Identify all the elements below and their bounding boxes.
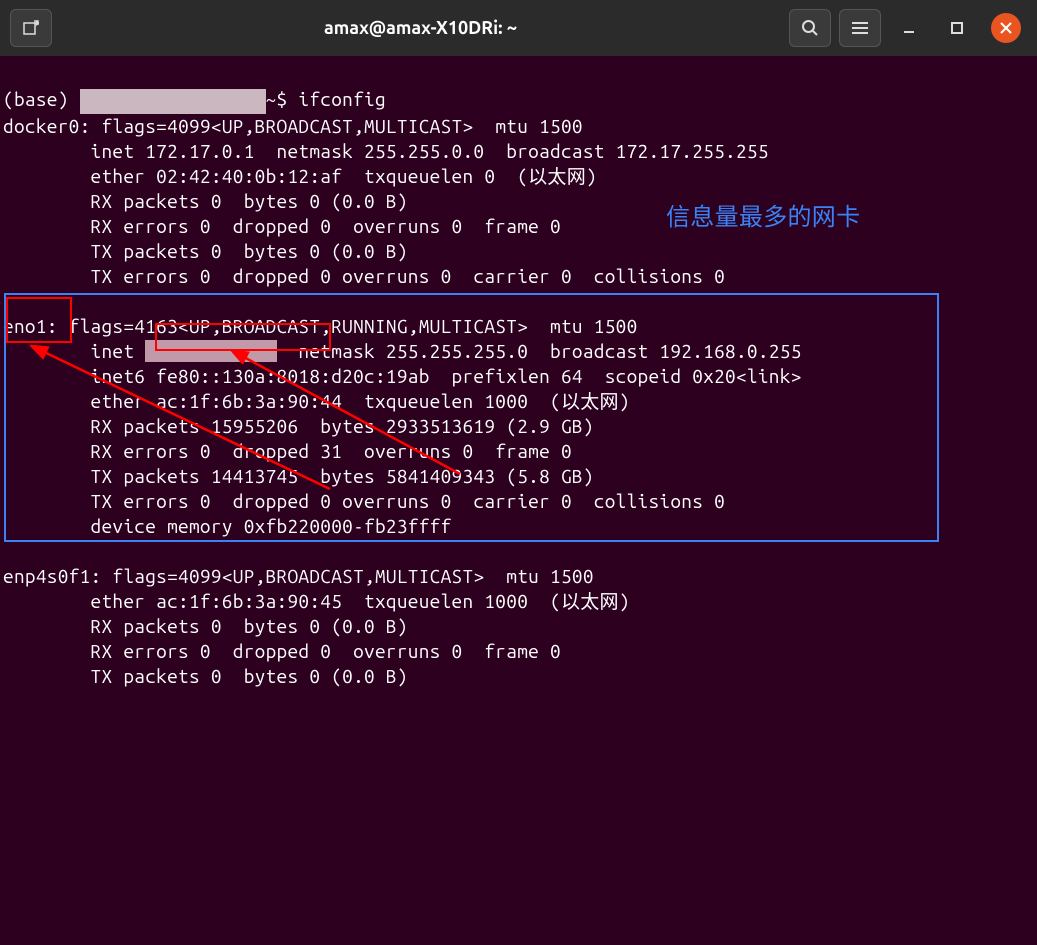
enp4s0f1-ether: ether ac:1f:6b:3a:90:45 txqueuelen 1000 … bbox=[91, 590, 630, 612]
titlebar: amax@amax-X10DRi: ~ bbox=[0, 0, 1037, 56]
docker0-txe: TX errors 0 dropped 0 overruns 0 carrier… bbox=[91, 265, 726, 287]
eno1-inet-post: netmask 255.255.255.0 broadcast 192.168.… bbox=[277, 340, 802, 362]
docker0-txp: TX packets 0 bytes 0 (0.0 B) bbox=[91, 240, 408, 262]
terminal-output[interactable]: (base) amax@amax-X10DRi:~$ ifconfig dock… bbox=[0, 56, 1037, 945]
docker0-name: docker0: bbox=[3, 115, 91, 137]
hamburger-icon bbox=[851, 21, 869, 35]
prompt-path: ~ bbox=[266, 88, 277, 110]
search-icon bbox=[801, 19, 819, 37]
close-icon bbox=[1000, 22, 1012, 34]
prompt-command: ifconfig bbox=[298, 88, 386, 110]
prompt-env: (base) bbox=[3, 88, 80, 110]
eno1-inet6: inet6 fe80::130a:8018:d20c:19ab prefixle… bbox=[91, 365, 802, 387]
close-button[interactable] bbox=[991, 13, 1021, 43]
maximize-icon bbox=[950, 21, 964, 35]
docker0-inet: inet 172.17.0.1 netmask 255.255.0.0 broa… bbox=[91, 140, 769, 162]
enp4s0f1-name: enp4s0f1: bbox=[3, 565, 101, 587]
maximize-button[interactable] bbox=[943, 14, 971, 42]
titlebar-left bbox=[10, 9, 52, 47]
new-tab-icon bbox=[21, 18, 41, 38]
search-button[interactable] bbox=[789, 9, 831, 47]
menu-button[interactable] bbox=[839, 9, 881, 47]
titlebar-right bbox=[789, 9, 1027, 47]
eno1-inet-pre: inet bbox=[91, 340, 146, 362]
eno1-rxp: RX packets 15955206 bytes 2933513619 (2.… bbox=[91, 415, 594, 437]
enp4s0f1-flags: flags=4099<UP,BROADCAST,MULTICAST> mtu 1… bbox=[112, 565, 593, 587]
docker0-rxe: RX errors 0 dropped 0 overruns 0 frame 0 bbox=[91, 215, 561, 237]
docker0-ether: ether 02:42:40:0b:12:af txqueuelen 0 (以太… bbox=[91, 165, 597, 187]
window-title: amax@amax-X10DRi: ~ bbox=[58, 18, 783, 38]
enp4s0f1-txp: TX packets 0 bytes 0 (0.0 B) bbox=[91, 665, 408, 687]
eno1-devmem: device memory 0xfb220000-fb23ffff bbox=[91, 515, 452, 537]
annotation-label: 信息量最多的网卡 bbox=[666, 205, 860, 230]
minimize-button[interactable] bbox=[895, 14, 923, 42]
enp4s0f1-rxp: RX packets 0 bytes 0 (0.0 B) bbox=[91, 615, 408, 637]
docker0-rxp: RX packets 0 bytes 0 (0.0 B) bbox=[91, 190, 408, 212]
eno1-txp: TX packets 14413745 bytes 5841409343 (5.… bbox=[91, 465, 594, 487]
eno1-txe: TX errors 0 dropped 0 overruns 0 carrier… bbox=[91, 490, 726, 512]
eno1-ether: ether ac:1f:6b:3a:90:44 txqueuelen 1000 … bbox=[91, 390, 630, 412]
eno1-flags: flags=4163<UP,BROADCAST,RUNNING,MULTICAS… bbox=[69, 315, 638, 337]
minimize-icon bbox=[902, 21, 916, 35]
enp4s0f1-rxe: RX errors 0 dropped 0 overruns 0 frame 0 bbox=[91, 640, 561, 662]
eno1-rxe: RX errors 0 dropped 31 overruns 0 frame … bbox=[91, 440, 572, 462]
prompt-user-host-hidden: amax@amax-X10DRi: bbox=[80, 89, 266, 114]
new-tab-button[interactable] bbox=[10, 9, 52, 47]
eno1-name: eno1: bbox=[3, 315, 58, 337]
docker0-flags: flags=4099<UP,BROADCAST,MULTICAST> mtu 1… bbox=[101, 115, 582, 137]
eno1-inet-hidden: xxx.xxx.x.xx bbox=[145, 340, 276, 362]
